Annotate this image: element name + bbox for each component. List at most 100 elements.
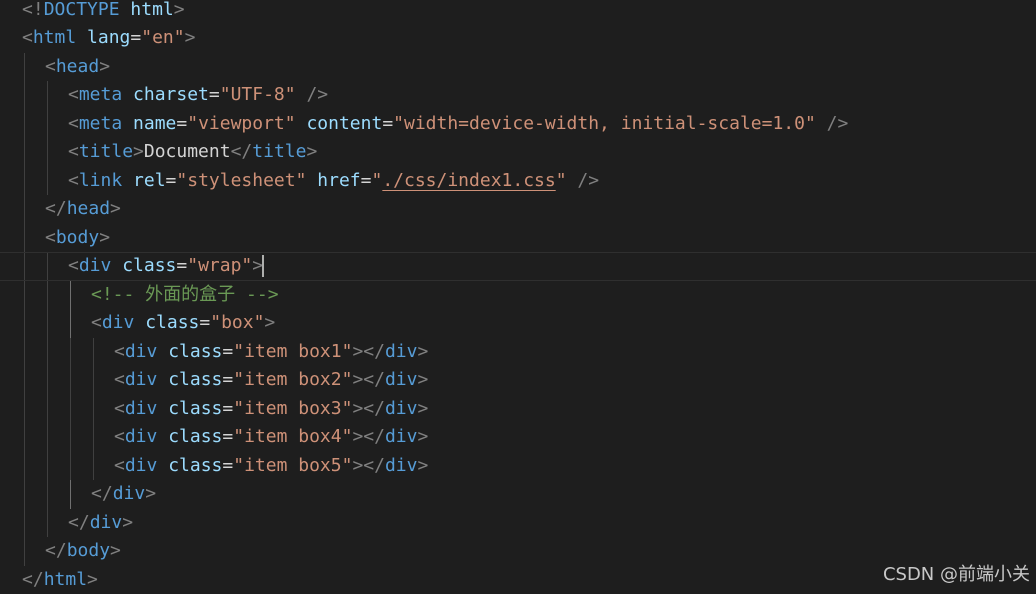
indent-guide [70,338,71,367]
token-punct: < [68,170,79,191]
indent-guide [70,452,71,481]
code-line[interactable]: </html> [0,566,1036,594]
code-line[interactable]: </body> [0,537,1036,566]
code-line[interactable]: <html lang="en"> [0,24,1036,53]
indent-guide [47,452,48,481]
token-punct: < [91,312,102,333]
code-line[interactable]: <!DOCTYPE html> [0,0,1036,24]
indent-guide [24,138,25,167]
token-punct: < [68,141,79,162]
token-eq: = [130,27,141,48]
token-attr: class [168,398,222,419]
token-str: "viewport" [187,113,295,134]
code-text: </head> [45,195,121,224]
token-text: Document [144,141,231,162]
token-attr: class [168,341,222,362]
token-eq: = [222,369,233,390]
token-attr: rel [133,170,166,191]
code-line[interactable]: <div class="item box3"></div> [0,395,1036,424]
indent-guide [70,395,71,424]
code-line[interactable]: <meta name="viewport" content="width=dev… [0,110,1036,139]
token-punct: ></ [352,369,385,390]
text-cursor [262,255,264,277]
code-text: <div class="item box2"></div> [114,366,428,395]
code-text: <meta charset="UTF-8" /> [68,81,328,110]
indent-guide [47,138,48,167]
code-line[interactable]: <meta charset="UTF-8" /> [0,81,1036,110]
token-punct: </ [91,483,113,504]
code-line[interactable]: <div class="item box1"></div> [0,338,1036,367]
token-eq: = [222,455,233,476]
token-tag: head [67,198,110,219]
code-line[interactable]: <div class="item box2"></div> [0,366,1036,395]
indent-guide [24,480,25,509]
token-tag: html [33,27,87,48]
code-line[interactable]: <!-- 外面的盒子 --> [0,281,1036,310]
token-attr: class [168,455,222,476]
token-attr: class [168,369,222,390]
token-text [296,84,307,105]
token-str: "item box4" [233,426,352,447]
code-text: </body> [45,537,121,566]
code-text: <meta name="viewport" content="width=dev… [68,110,848,139]
code-line[interactable]: <title>Document</title> [0,138,1036,167]
token-tag: meta [79,113,133,134]
indent-guide [70,366,71,395]
token-eq: = [222,398,233,419]
token-tag: head [56,56,99,77]
code-line[interactable]: </head> [0,195,1036,224]
token-attr: class [122,255,176,276]
token-punct: < [114,398,125,419]
token-punct: < [68,255,79,276]
token-text [306,170,317,191]
token-punct: > [417,426,428,447]
token-attr: content [306,113,382,134]
token-tag: title [79,141,133,162]
code-text: </div> [91,480,156,509]
indent-guide [24,224,25,253]
token-punct: > [417,341,428,362]
indent-guide [93,452,94,481]
indent-guide [24,395,25,424]
token-eq: = [382,113,393,134]
token-punct: ></ [352,455,385,476]
indent-guide [70,281,71,310]
token-punct: /> [306,84,328,105]
indent-guide [24,81,25,110]
token-tag: div [125,455,168,476]
token-punct: /> [827,113,849,134]
token-tag: div [79,255,122,276]
token-eq: = [222,426,233,447]
token-punct: ></ [352,426,385,447]
token-punct: > [145,483,156,504]
token-eq: = [199,312,210,333]
code-line[interactable]: <div class="item box5"></div> [0,452,1036,481]
code-line[interactable]: <link rel="stylesheet" href="./css/index… [0,167,1036,196]
code-line[interactable]: <body> [0,224,1036,253]
code-text: <div class="box"> [91,309,275,338]
code-editor[interactable]: <!DOCTYPE html><html lang="en"><head><me… [0,0,1036,592]
code-line[interactable]: </div> [0,480,1036,509]
token-str: "item box2" [233,369,352,390]
token-tag: div [385,341,418,362]
token-punct: </ [45,540,67,561]
code-line[interactable]: <div class="box"> [0,309,1036,338]
code-text: <div class="item box5"></div> [114,452,428,481]
token-tag: link [79,170,133,191]
token-str: " [556,170,567,191]
code-line[interactable]: <div class="wrap"> [0,252,1036,281]
token-eq: = [166,170,177,191]
indent-guide [47,480,48,509]
code-text: <body> [45,224,110,253]
token-punct: < [22,27,33,48]
token-attr: lang [87,27,130,48]
code-text: <div class="wrap"> [68,253,264,280]
code-text: <html lang="en"> [22,24,195,53]
token-punct: > [133,141,144,162]
code-line[interactable]: </div> [0,509,1036,538]
code-line[interactable]: <div class="item box4"></div> [0,423,1036,452]
code-line[interactable]: <head> [0,53,1036,82]
code-text: <link rel="stylesheet" href="./css/index… [68,167,599,196]
indent-guide [24,195,25,224]
indent-guide [70,480,71,509]
